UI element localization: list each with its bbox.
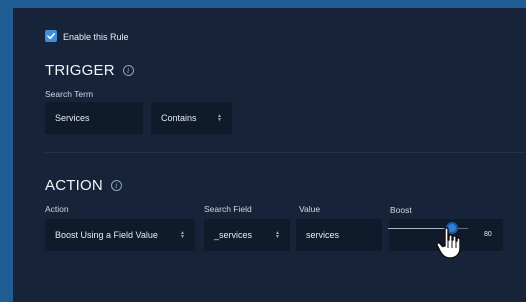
trigger-info-icon[interactable]: i <box>122 65 134 76</box>
action-heading: ACTION i <box>45 177 122 194</box>
checkmark-icon <box>47 33 55 40</box>
trigger-heading: TRIGGER i <box>45 62 134 79</box>
action-title: ACTION <box>45 177 103 194</box>
enable-rule-label: Enable this Rule <box>63 32 129 42</box>
search-field-label: Search Field <box>204 204 252 214</box>
match-type-value: Contains <box>161 113 197 123</box>
section-divider <box>45 152 526 153</box>
boost-label: Boost <box>390 205 412 215</box>
value-input-value: services <box>306 230 340 240</box>
up-down-arrows-icon: ▲ ▼ <box>217 113 222 123</box>
search-term-input[interactable]: Services <box>45 102 143 134</box>
action-select[interactable]: Boost Using a Field Value ▲ ▼ <box>45 219 195 251</box>
value-label: Value <box>299 204 321 214</box>
boost-value: 80 <box>484 231 492 238</box>
search-term-value: Services <box>55 113 90 123</box>
match-type-select[interactable]: Contains ▲ ▼ <box>151 102 232 134</box>
action-label: Action <box>45 204 69 214</box>
up-down-arrows-icon: ▲ ▼ <box>275 230 280 240</box>
search-field-value: _services <box>214 230 253 240</box>
search-field-select[interactable]: _services ▲ ▼ <box>204 219 290 251</box>
hand-pointer-icon <box>436 227 461 259</box>
trigger-title: TRIGGER <box>45 62 115 79</box>
value-input[interactable]: services <box>296 219 382 251</box>
action-select-value: Boost Using a Field Value <box>55 230 158 240</box>
search-term-label: Search Term <box>45 89 94 99</box>
up-down-arrows-icon: ▲ ▼ <box>180 230 185 240</box>
action-info-icon[interactable]: i <box>110 180 122 191</box>
enable-rule-checkbox[interactable] <box>45 30 57 42</box>
